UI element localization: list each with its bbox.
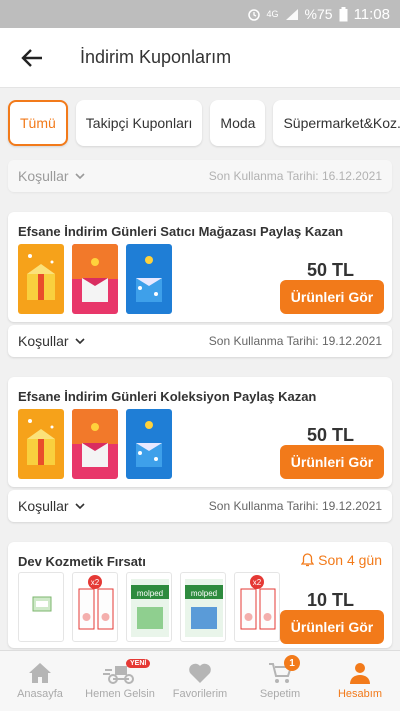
coupon-amount: 50 TL: [306, 260, 354, 280]
product-image-molped: molped: [180, 572, 226, 642]
nav-label: Anasayfa: [17, 688, 63, 700]
expiry-date: Son Kullanma Tarihi: 19.12.2021: [208, 334, 382, 348]
bell-icon: [301, 553, 315, 567]
tab-follower-coupons[interactable]: Takipçi Kuponları: [75, 100, 203, 146]
gift-box-image: [126, 409, 172, 479]
alarm-icon: [247, 7, 261, 21]
product-image-pad: [18, 572, 64, 642]
nav-label: Hesabım: [337, 688, 383, 700]
nav-favorites[interactable]: Favorilerim: [160, 651, 240, 711]
multiplier-badge: x2: [250, 575, 264, 589]
new-badge: YENİ: [126, 659, 151, 668]
gift-box-image: [18, 409, 64, 479]
svg-text:molped: molped: [191, 589, 217, 598]
signal-icon: [285, 8, 299, 21]
category-tabs: Tümü Takipçi Kuponları Moda Süpermarket&…: [0, 100, 400, 156]
user-icon: [350, 663, 370, 684]
bottom-navigation: Anasayfa YENİ Hemen Gelsin Favorilerim 1…: [0, 650, 400, 711]
days-left-label: Son 4 gün: [318, 552, 382, 568]
nav-instant-delivery[interactable]: YENİ Hemen Gelsin: [80, 651, 160, 711]
arrow-left-icon: [21, 48, 42, 67]
heart-icon: [189, 663, 211, 683]
home-icon: [29, 663, 51, 683]
conditions-toggle[interactable]: Koşullar: [18, 498, 85, 514]
gift-box-image: [72, 409, 118, 479]
see-products-button[interactable]: Ürünleri Gör: [280, 445, 384, 479]
tab-supermarket[interactable]: Süpermarket&Koz...: [273, 100, 400, 146]
cart-count-badge: 1: [284, 655, 300, 671]
coupon-card: Efsane İndirim Günleri Satıcı Mağazası P…: [8, 212, 392, 322]
product-image-kotex: x2: [72, 572, 118, 642]
coupon-thumbnails: [18, 244, 172, 314]
nav-account[interactable]: Hesabım: [320, 651, 400, 711]
gift-box-image: [18, 244, 64, 314]
nav-home[interactable]: Anasayfa: [0, 651, 80, 711]
tab-all[interactable]: Tümü: [8, 100, 68, 146]
chevron-down-icon: [75, 503, 85, 509]
product-image-molped: molped: [126, 572, 172, 642]
nav-label: Favorilerim: [172, 688, 228, 700]
nav-label: Sepetim: [259, 688, 301, 700]
status-bar: 4G %75 11:08: [0, 0, 400, 28]
see-products-button[interactable]: Ürünleri Gör: [280, 610, 384, 644]
conditions-toggle[interactable]: Koşullar: [18, 168, 85, 184]
coupon-thumbnails: [18, 409, 172, 479]
conditions-bar: Koşullar Son Kullanma Tarihi: 16.12.2021: [8, 160, 392, 192]
coupon-thumbnails: x2 molped molped x2: [18, 572, 280, 642]
multiplier-badge: x2: [88, 575, 102, 589]
conditions-label: Koşullar: [18, 498, 69, 514]
nav-label: Hemen Gelsin: [85, 688, 155, 700]
days-left-badge: Son 4 gün: [301, 552, 382, 568]
coupon-title: Efsane İndirim Günleri Satıcı Mağazası P…: [18, 224, 344, 239]
coupon-card: Efsane İndirim Günleri Koleksiyon Paylaş…: [8, 377, 392, 487]
see-products-button[interactable]: Ürünleri Gör: [280, 280, 384, 314]
coupon-amount: 50 TL: [306, 425, 354, 445]
battery-percent: %75: [304, 6, 333, 22]
conditions-bar: Koşullar Son Kullanma Tarihi: 19.12.2021: [8, 490, 392, 522]
conditions-bar: Koşullar Son Kullanma Tarihi: 19.12.2021: [8, 325, 392, 357]
back-button[interactable]: [0, 28, 64, 88]
tab-fashion[interactable]: Moda: [210, 100, 266, 146]
chevron-down-icon: [75, 338, 85, 344]
product-image-kotex: x2: [234, 572, 280, 642]
conditions-label: Koşullar: [18, 333, 69, 349]
nav-cart[interactable]: 1 Sepetim: [240, 651, 320, 711]
clock: 11:08: [353, 5, 390, 23]
network-label: 4G: [266, 9, 279, 19]
coupon-card: Dev Kozmetik Fırsatı Son 4 gün x2 molped…: [8, 542, 392, 648]
app-header: İndirim Kuponlarım: [0, 28, 400, 88]
conditions-label: Koşullar: [18, 168, 69, 184]
coupon-title: Efsane İndirim Günleri Koleksiyon Paylaş…: [18, 389, 317, 404]
svg-text:molped: molped: [137, 589, 163, 598]
expiry-date: Son Kullanma Tarihi: 19.12.2021: [208, 499, 382, 513]
coupon-amount: 10 TL: [306, 590, 354, 610]
page-title: İndirim Kuponlarım: [80, 47, 232, 67]
gift-box-image: [126, 244, 172, 314]
chevron-down-icon: [75, 173, 85, 179]
conditions-toggle[interactable]: Koşullar: [18, 333, 85, 349]
expiry-date: Son Kullanma Tarihi: 16.12.2021: [208, 169, 382, 183]
gift-box-image: [72, 244, 118, 314]
coupon-title: Dev Kozmetik Fırsatı: [18, 554, 146, 569]
battery-icon: [339, 6, 348, 22]
